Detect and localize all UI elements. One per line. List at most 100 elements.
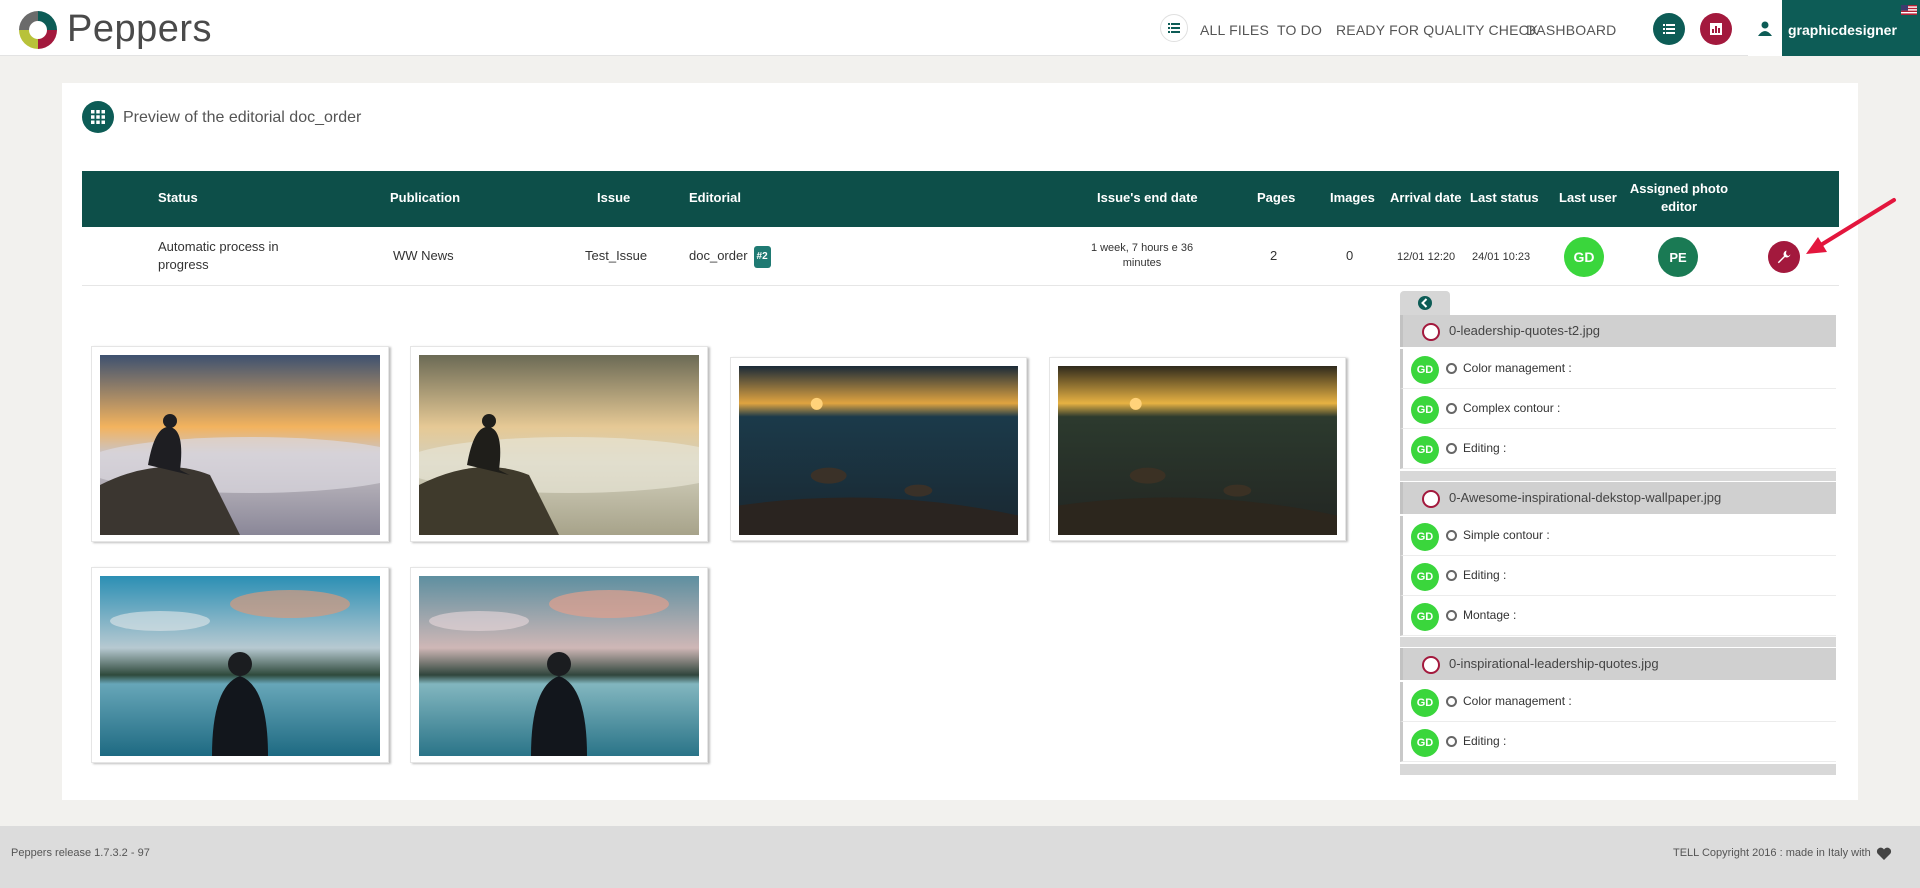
task-row[interactable]: GD Complex contour : <box>1400 389 1836 429</box>
username[interactable]: graphicdesigner <box>1788 22 1897 38</box>
nav-all-files[interactable]: ALL FILES <box>1200 22 1269 38</box>
file-image-icon <box>1422 490 1440 508</box>
row-status: Automatic process in progress <box>158 238 279 274</box>
release-info: Peppers release 1.7.3.2 - 97 <box>11 847 150 859</box>
task-user-avatar: GD <box>1411 603 1439 631</box>
image-thumbnail[interactable] <box>91 567 389 763</box>
assigned-editor-avatar[interactable]: PE <box>1658 237 1698 277</box>
task-user-avatar: GD <box>1411 436 1439 464</box>
divider <box>1400 471 1836 481</box>
image-thumbnail[interactable] <box>91 346 389 542</box>
image-thumbnail[interactable] <box>730 357 1027 541</box>
file-name[interactable]: 0-inspirational-leadership-quotes.jpg <box>1449 656 1659 671</box>
grid-icon <box>82 101 114 133</box>
last-user-avatar[interactable]: GD <box>1564 237 1604 277</box>
bar-chart-icon <box>1710 23 1722 35</box>
row-editorial-name[interactable]: doc_order <box>689 248 748 263</box>
nav-to-do[interactable]: TO DO <box>1277 22 1322 38</box>
header-status[interactable]: Status <box>158 189 198 207</box>
task-row[interactable]: GD Editing : <box>1400 556 1836 596</box>
header-publication[interactable]: Publication <box>390 189 460 207</box>
header-last-status[interactable]: Last status <box>1470 189 1539 207</box>
header-issue[interactable]: Issue <box>597 189 630 207</box>
file-image-icon <box>1422 323 1440 341</box>
image-thumbnail[interactable] <box>1049 357 1346 541</box>
divider <box>1400 764 1836 775</box>
header-last-user[interactable]: Last user <box>1559 189 1617 207</box>
task-row[interactable]: GD Montage : <box>1400 596 1836 636</box>
wrench-button[interactable] <box>1768 241 1800 273</box>
clock-icon <box>1446 570 1457 581</box>
clock-icon <box>1446 403 1457 414</box>
row-issue: Test_Issue <box>585 248 648 263</box>
row-images: 0 <box>1346 248 1354 263</box>
file-header[interactable]: 0-inspirational-leadership-quotes.jpg <box>1400 648 1836 680</box>
file-image-icon <box>1422 656 1440 674</box>
file-header[interactable]: 0-Awesome-inspirational-dekstop-wallpape… <box>1400 482 1836 514</box>
header-editorial[interactable]: Editorial <box>689 189 741 207</box>
thumbnail-image <box>419 355 699 535</box>
top-bar <box>0 0 1920 56</box>
task-user-avatar: GD <box>1411 396 1439 424</box>
header-assigned-line1: Assigned photo <box>1629 181 1729 196</box>
red-arrow-annotation <box>1806 198 1896 254</box>
task-user-avatar: GD <box>1411 689 1439 717</box>
editorial-version-badge: #2 <box>753 246 771 268</box>
thumbnail-image <box>419 576 699 756</box>
stats-button[interactable] <box>1700 13 1732 45</box>
user-icon[interactable] <box>1748 0 1782 56</box>
clock-icon <box>1446 696 1457 707</box>
thumbnail-image <box>100 576 380 756</box>
file-name[interactable]: 0-Awesome-inspirational-dekstop-wallpape… <box>1449 490 1721 505</box>
clock-icon <box>1446 363 1457 374</box>
task-row[interactable]: GD Simple contour : <box>1400 516 1836 556</box>
header-images[interactable]: Images <box>1330 189 1375 207</box>
thumbnail-image <box>100 355 380 535</box>
list-icon <box>1663 24 1675 34</box>
list-view-button[interactable] <box>1653 13 1685 45</box>
nav-ready-for-quality-check[interactable]: READY FOR QUALITY CHECK <box>1336 22 1538 38</box>
task-label: Color management : <box>1463 361 1572 375</box>
wrench-icon <box>1777 250 1791 264</box>
thumbnail-image <box>739 366 1018 536</box>
row-publication: WW News <box>393 248 454 263</box>
task-label: Complex contour : <box>1463 401 1561 415</box>
row-last-status: 24/01 10:23 <box>1472 251 1531 263</box>
header-assigned-photo-editor[interactable]: Assigned photo editor <box>1620 180 1738 216</box>
clock-icon <box>1446 443 1457 454</box>
file-name[interactable]: 0-leadership-quotes-t2.jpg <box>1449 323 1600 338</box>
task-label: Simple contour : <box>1463 528 1550 542</box>
clock-icon <box>1446 736 1457 747</box>
task-row[interactable]: GD Color management : <box>1400 682 1836 722</box>
page-title: Preview of the editorial doc_order <box>123 109 362 126</box>
file-header[interactable]: 0-leadership-quotes-t2.jpg <box>1400 315 1836 347</box>
image-thumbnail[interactable] <box>410 346 708 542</box>
row-end-date-line1: 1 week, 7 hours e 36 <box>1090 242 1194 254</box>
header-assigned-line2: editor <box>1660 199 1698 214</box>
collapse-tab[interactable] <box>1400 291 1450 315</box>
arrow-left-circle-icon <box>1418 296 1432 310</box>
peppers-logo[interactable] <box>17 9 59 51</box>
header-end-date[interactable]: Issue's end date <box>1097 189 1198 207</box>
thumbnail-image <box>1058 366 1337 536</box>
task-row[interactable]: GD Color management : <box>1400 349 1836 389</box>
nav-dashboard[interactable]: DASHBOARD <box>1526 22 1616 38</box>
copyright-text: TELL Copyright 2016 : made in Italy with <box>1673 847 1871 859</box>
task-user-avatar: GD <box>1411 729 1439 757</box>
task-label: Editing : <box>1463 568 1507 582</box>
task-row[interactable]: GD Editing : <box>1400 722 1836 762</box>
task-label: Editing : <box>1463 441 1507 455</box>
task-row[interactable]: GD Editing : <box>1400 429 1836 469</box>
row-status-line2: progress <box>158 257 209 272</box>
header-arrival-date[interactable]: Arrival date <box>1390 189 1462 207</box>
row-editorial[interactable]: doc_order #2 <box>689 246 771 268</box>
task-user-avatar: GD <box>1411 356 1439 384</box>
image-thumbnail[interactable] <box>410 567 708 763</box>
task-user-avatar: GD <box>1411 563 1439 591</box>
flag-icon[interactable] <box>1901 5 1917 15</box>
task-label: Color management : <box>1463 694 1572 708</box>
row-end-date: 1 week, 7 hours e 36 minutes <box>1082 241 1202 271</box>
header-pages[interactable]: Pages <box>1257 189 1295 207</box>
clock-icon <box>1446 530 1457 541</box>
list-icon[interactable] <box>1160 14 1188 42</box>
